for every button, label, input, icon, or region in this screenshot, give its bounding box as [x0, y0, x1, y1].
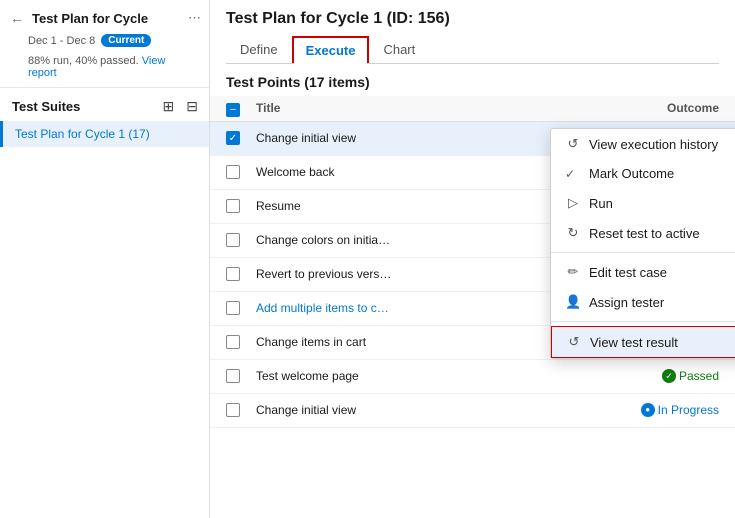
checkbox-4[interactable]: [226, 267, 240, 281]
row-checkbox-7[interactable]: [226, 369, 256, 383]
row-checkbox-2[interactable]: [226, 199, 256, 213]
menu-item-reset[interactable]: ↻ Reset test to active: [551, 218, 735, 248]
checkbox-5[interactable]: [226, 301, 240, 315]
row-checkbox-5[interactable]: [226, 301, 256, 315]
row-title-8: Change initial view: [256, 403, 619, 417]
view-result-icon: ↺: [566, 334, 582, 350]
suite-item[interactable]: Test Plan for Cycle 1 (17): [0, 121, 209, 147]
main-header: Test Plan for Cycle 1 (ID: 156) Define E…: [210, 0, 735, 64]
row-checkbox-0[interactable]: ✓: [226, 131, 256, 145]
row-outcome-8: ●In Progress: [619, 403, 719, 417]
main-title: Test Plan for Cycle 1 (ID: 156): [226, 10, 719, 28]
checkbox-3[interactable]: [226, 233, 240, 247]
menu-label-run: Run: [589, 196, 613, 211]
select-all-checkbox[interactable]: –: [226, 103, 240, 117]
row-checkbox-4[interactable]: [226, 267, 256, 281]
sidebar: ← Test Plan for Cycle ⋯ Dec 1 - Dec 8 Cu…: [0, 0, 210, 518]
row-checkbox-6[interactable]: [226, 335, 256, 349]
sidebar-header: ← Test Plan for Cycle ⋯: [0, 0, 209, 32]
menu-item-assign-tester[interactable]: 👤 Assign tester ›: [551, 287, 735, 317]
reset-icon: ↻: [565, 225, 581, 241]
in-progress-icon: ●: [641, 403, 655, 417]
row-checkbox-1[interactable]: [226, 165, 256, 179]
tab-execute[interactable]: Execute: [292, 36, 370, 63]
row-checkbox-3[interactable]: [226, 233, 256, 247]
menu-label-edit: Edit test case: [589, 265, 667, 280]
table-row[interactable]: Test welcome page ✓Passed: [210, 360, 735, 394]
assign-icon: 👤: [565, 294, 581, 310]
stats-text: 88% run, 40% passed.: [28, 55, 139, 67]
menu-item-run[interactable]: ▷ Run ›: [551, 188, 735, 218]
menu-item-mark-outcome[interactable]: ✓ Mark Outcome ›: [551, 159, 735, 188]
suites-label: Test Suites: [12, 99, 154, 114]
menu-label-assign: Assign tester: [589, 295, 664, 310]
menu-item-edit-test-case[interactable]: ✏ Edit test case: [551, 257, 735, 287]
test-points-header: Test Points (17 items): [210, 64, 735, 96]
menu-divider-2: [551, 321, 735, 322]
tab-bar: Define Execute Chart: [226, 36, 719, 64]
context-menu: ↺ View execution history ✓ Mark Outcome …: [550, 128, 735, 359]
sidebar-date-row: Dec 1 - Dec 8 Current: [0, 32, 209, 53]
run-icon: ▷: [565, 195, 581, 211]
mark-outcome-check-icon: ✓: [565, 167, 581, 181]
menu-divider-1: [551, 252, 735, 253]
menu-label-reset: Reset test to active: [589, 226, 700, 241]
current-badge: Current: [101, 34, 151, 47]
outcome-column-header: Outcome: [619, 101, 719, 115]
menu-label-mark-outcome: Mark Outcome: [589, 166, 674, 181]
collapse-suites-icon[interactable]: ⊟: [183, 96, 201, 117]
table-header: – Title Outcome: [210, 96, 735, 122]
tab-chart[interactable]: Chart: [369, 36, 429, 63]
sidebar-suites-header: Test Suites ⊞ ⊟: [0, 87, 209, 121]
menu-item-view-execution-history[interactable]: ↺ View execution history: [551, 129, 735, 159]
menu-label-view-execution-history: View execution history: [589, 137, 718, 152]
checkbox-0[interactable]: ✓: [226, 131, 240, 145]
sidebar-date: Dec 1 - Dec 8: [28, 35, 95, 47]
main-content: Test Plan for Cycle 1 (ID: 156) Define E…: [210, 0, 735, 518]
table-row[interactable]: Change initial view ●In Progress: [210, 394, 735, 428]
view-execution-history-icon: ↺: [565, 136, 581, 152]
checkbox-8[interactable]: [226, 403, 240, 417]
back-button[interactable]: ←: [8, 8, 26, 28]
title-column-header: Title: [256, 101, 619, 115]
more-icon[interactable]: ⋯: [188, 10, 201, 26]
checkbox-1[interactable]: [226, 165, 240, 179]
sidebar-title: Test Plan for Cycle: [32, 11, 182, 26]
checkbox-6[interactable]: [226, 335, 240, 349]
row-outcome-7: ✓Passed: [619, 369, 719, 383]
header-checkbox-col: –: [226, 100, 256, 117]
row-checkbox-8[interactable]: [226, 403, 256, 417]
checkbox-7[interactable]: [226, 369, 240, 383]
passed-icon: ✓: [662, 369, 676, 383]
tab-define[interactable]: Define: [226, 36, 292, 63]
menu-label-view-result: View test result: [590, 335, 678, 350]
menu-item-view-test-result[interactable]: ↺ View test result: [551, 326, 735, 358]
sidebar-stats: 88% run, 40% passed. View report: [0, 53, 209, 83]
row-title-7: Test welcome page: [256, 369, 619, 383]
edit-icon: ✏: [565, 264, 581, 280]
expand-suites-icon[interactable]: ⊞: [160, 96, 178, 117]
checkbox-2[interactable]: [226, 199, 240, 213]
